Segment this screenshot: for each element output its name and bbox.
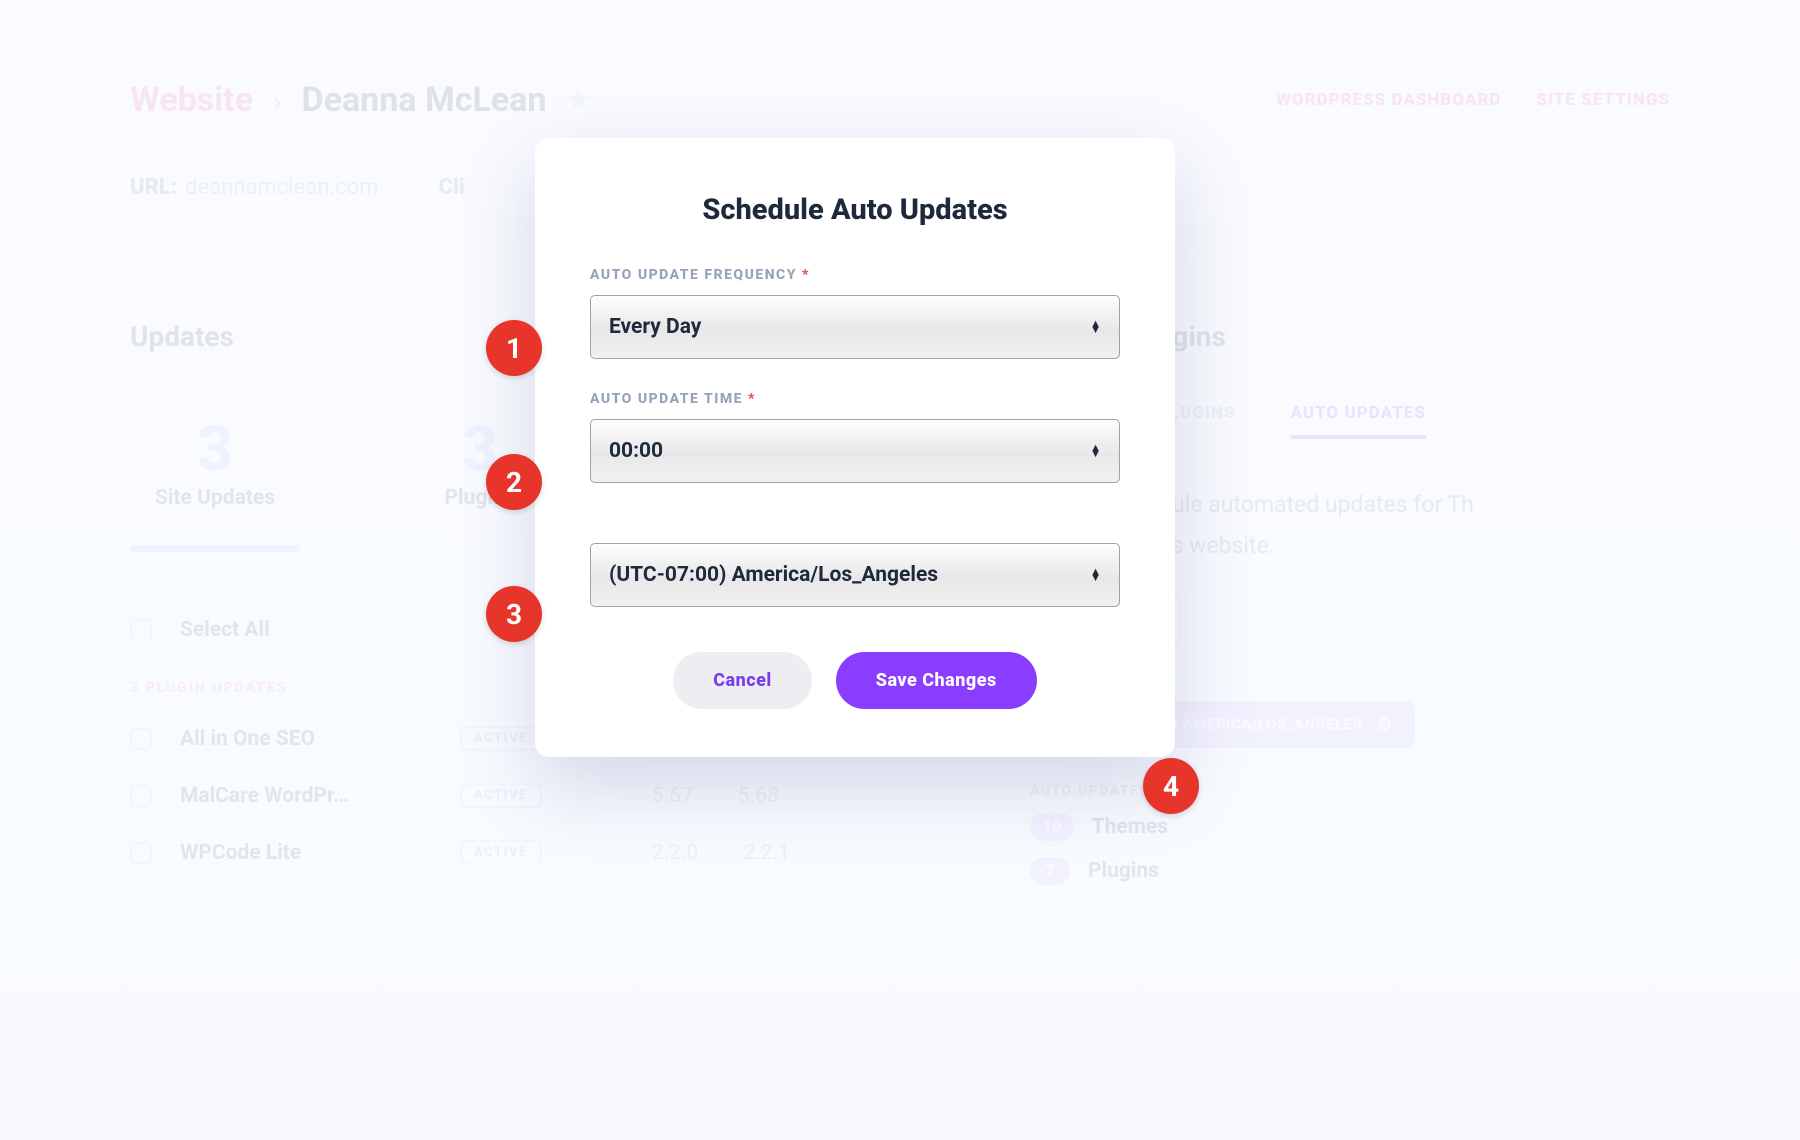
annotation-badge-3: 3 bbox=[486, 586, 542, 642]
chevron-updown-icon: ▲▼ bbox=[1090, 321, 1101, 333]
schedule-modal: Schedule Auto Updates AUTO UPDATE FREQUE… bbox=[535, 138, 1175, 757]
cancel-button[interactable]: Cancel bbox=[673, 652, 812, 709]
save-button[interactable]: Save Changes bbox=[836, 652, 1037, 709]
timezone-select[interactable]: (UTC-07:00) America/Los_Angeles ▲▼ bbox=[590, 543, 1120, 607]
time-select[interactable]: 00:00 ▲▼ bbox=[590, 419, 1120, 483]
time-value: 00:00 bbox=[609, 439, 663, 463]
frequency-value: Every Day bbox=[609, 315, 701, 339]
annotation-badge-4: 4 bbox=[1143, 758, 1199, 814]
modal-title: Schedule Auto Updates bbox=[590, 193, 1120, 227]
chevron-updown-icon: ▲▼ bbox=[1090, 445, 1101, 457]
frequency-label: AUTO UPDATE FREQUENCY * bbox=[590, 267, 1120, 283]
annotation-badge-1: 1 bbox=[486, 320, 542, 376]
time-label: AUTO UPDATE TIME * bbox=[590, 391, 1120, 407]
timezone-value: (UTC-07:00) America/Los_Angeles bbox=[609, 563, 938, 587]
annotation-badge-2: 2 bbox=[486, 454, 542, 510]
chevron-updown-icon: ▲▼ bbox=[1090, 569, 1101, 581]
frequency-select[interactable]: Every Day ▲▼ bbox=[590, 295, 1120, 359]
